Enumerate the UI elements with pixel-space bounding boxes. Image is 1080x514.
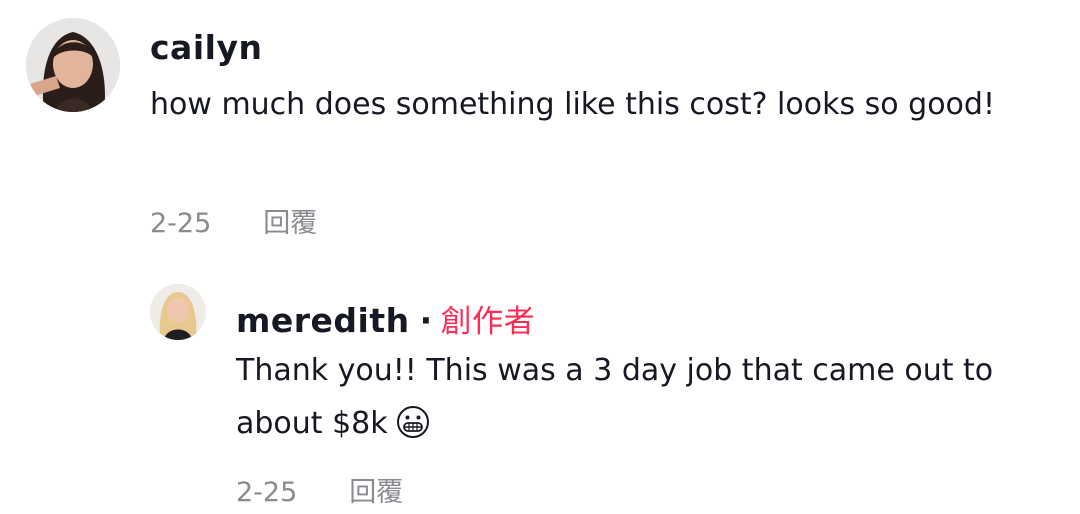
avatar-image — [26, 18, 120, 112]
comment-text: Thank you!! This was a 3 day job that ca… — [236, 344, 1046, 450]
comment-cailyn: cailyn how much does something like this… — [0, 0, 1080, 260]
comment-text-body: Thank you!! This was a 3 day job that ca… — [236, 353, 994, 441]
creator-username[interactable]: meredith — [236, 301, 410, 340]
comment-meredith: meredith · 創作者 Thank you!! This was a 3 da… — [0, 260, 1080, 514]
comment-username[interactable]: cailyn — [150, 28, 262, 67]
comment-username: meredith · 創作者 — [236, 296, 535, 341]
comment-text: how much does something like this cost? … — [150, 87, 995, 122]
reply-button[interactable]: 回覆 — [263, 208, 317, 239]
avatar[interactable] — [26, 18, 120, 112]
comment-meta: 2-25 回覆 — [150, 201, 317, 240]
avatar-image — [150, 284, 206, 340]
reply-button[interactable]: 回覆 — [349, 477, 403, 508]
creator-badge: 創作者 — [440, 304, 536, 340]
grimacing-face-icon — [396, 403, 430, 438]
comment-date: 2-25 — [236, 477, 298, 508]
comment-date: 2-25 — [150, 208, 212, 239]
comment-meta: 2-25 回覆 — [236, 470, 403, 509]
separator-dot: · — [419, 301, 433, 340]
avatar[interactable] — [150, 284, 206, 340]
